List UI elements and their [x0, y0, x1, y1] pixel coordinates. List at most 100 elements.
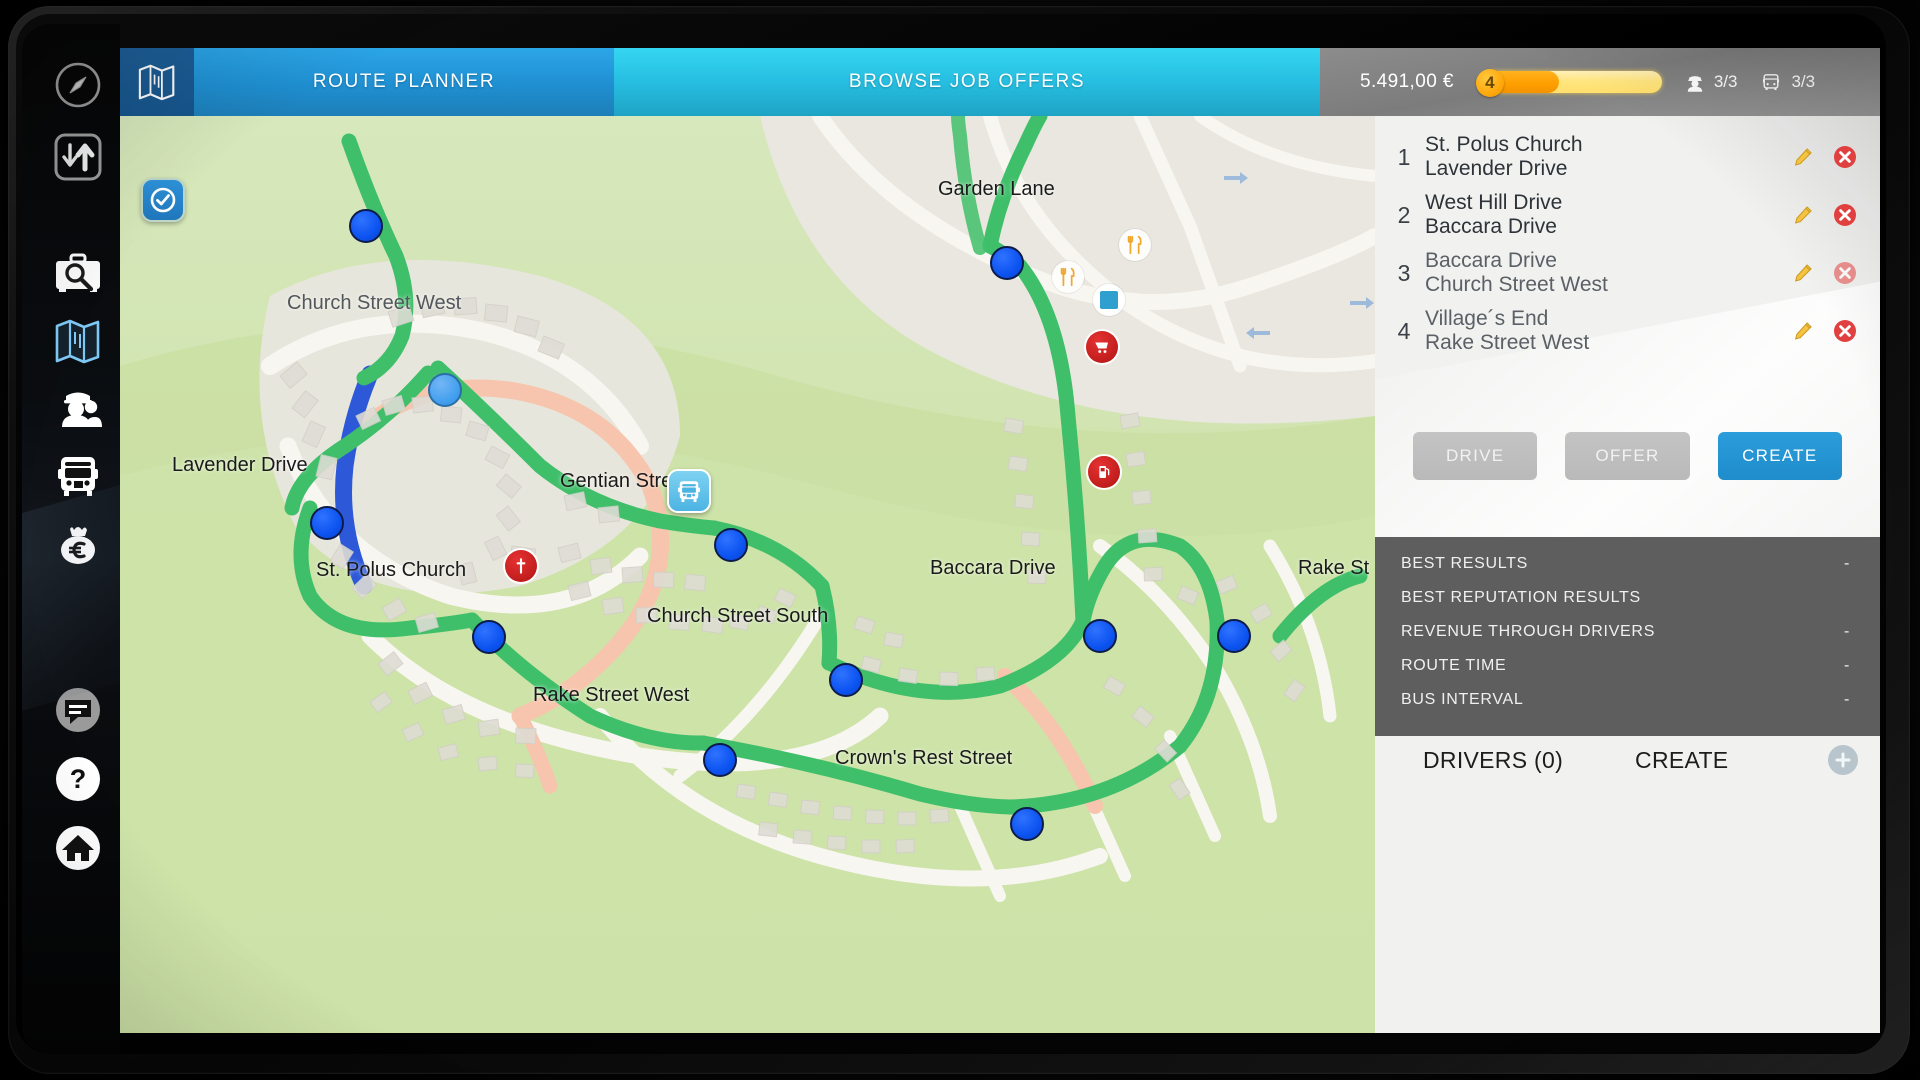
- result-value: -: [1843, 691, 1850, 708]
- bus-icon[interactable]: [49, 446, 107, 504]
- stop-crowns-rest[interactable]: [1010, 807, 1044, 841]
- bus-icon: [1763, 74, 1780, 91]
- confirm-badge[interactable]: [141, 178, 185, 222]
- chat-icon[interactable]: [49, 681, 107, 739]
- stop-gentian-street[interactable]: [714, 528, 748, 562]
- bus-map-badge[interactable]: [667, 469, 711, 513]
- pencil-icon[interactable]: [1792, 262, 1814, 284]
- bus-stop-poi-icon[interactable]: [1093, 284, 1125, 316]
- drivers-create-label[interactable]: CREATE: [1635, 747, 1728, 774]
- stop-baccara-drive[interactable]: [1083, 619, 1117, 653]
- result-best-results: BEST RESULTS -: [1401, 547, 1850, 581]
- level-badge: 4: [1475, 69, 1504, 97]
- route-from: West Hill Drive: [1425, 190, 1563, 214]
- stop-st-polus-church[interactable]: [472, 620, 506, 654]
- finance-icon[interactable]: [49, 514, 107, 572]
- result-bus-interval: BUS INTERVAL -: [1401, 683, 1850, 717]
- result-revenue-through-drivers: REVENUE THROUGH DRIVERS -: [1401, 615, 1850, 649]
- map-viewport[interactable]: Garden Lane Church Street West Lavender …: [120, 116, 1375, 1033]
- route-panel: 1 St. Polus Church Lavender Drive 2 West…: [1375, 116, 1880, 1033]
- compass-icon[interactable]: [49, 56, 107, 114]
- bus-icon: [678, 481, 700, 502]
- tab-route-planner[interactable]: ROUTE PLANNER: [194, 48, 614, 116]
- result-label: REVENUE THROUGH DRIVERS: [1401, 623, 1656, 640]
- buses-count: 3/3: [1791, 72, 1816, 91]
- drive-button[interactable]: DRIVE: [1413, 432, 1538, 480]
- result-route-time: ROUTE TIME -: [1401, 649, 1850, 683]
- left-sidebar: ?: [22, 24, 120, 1054]
- stop-garden-lane[interactable]: [990, 246, 1024, 280]
- status-bar: 5.491,00 € 4 3/3 3/3: [1320, 48, 1880, 116]
- restaurant-icon[interactable]: [1052, 261, 1084, 293]
- plus-icon[interactable]: [1828, 745, 1858, 775]
- drivers-section-header: DRIVERS (0) CREATE: [1375, 736, 1880, 784]
- drivers-stat: 3/3: [1684, 71, 1738, 93]
- tab-browse-job-offers[interactable]: BROWSE JOB OFFERS: [614, 48, 1320, 116]
- route-to: Lavender Drive: [1425, 157, 1568, 180]
- stop-lavender-drive[interactable]: [310, 506, 344, 540]
- home-icon[interactable]: [49, 819, 107, 877]
- job-search-icon[interactable]: [49, 242, 107, 300]
- result-label: BUS INTERVAL: [1401, 691, 1524, 708]
- stop-rake-street[interactable]: [1217, 619, 1251, 653]
- table-row[interactable]: 1 St. Polus Church Lavender Drive: [1375, 128, 1880, 186]
- result-value: -: [1843, 555, 1850, 572]
- table-row[interactable]: 3 Baccara Drive Church Street West: [1375, 244, 1880, 302]
- stop-garden-lane-north[interactable]: [349, 209, 383, 243]
- table-row[interactable]: 2 West Hill Drive Baccara Drive: [1375, 186, 1880, 244]
- drivers-empty-area: [1375, 784, 1880, 1033]
- result-label: ROUTE TIME: [1401, 657, 1507, 674]
- buses-stat: 3/3: [1759, 71, 1815, 93]
- result-label: BEST RESULTS: [1401, 555, 1528, 572]
- level-progress: 4: [1475, 69, 1662, 97]
- row-actions: [1792, 144, 1858, 170]
- route-index: 2: [1397, 201, 1411, 228]
- svg-text:?: ?: [70, 764, 87, 794]
- route-stop-list: 1 St. Polus Church Lavender Drive 2 West…: [1375, 116, 1880, 360]
- route-to: Rake Street West: [1425, 331, 1590, 354]
- driver-icon: [1687, 76, 1703, 92]
- route-from: Village´s End: [1425, 306, 1549, 330]
- route-endpoints: West Hill Drive Baccara Drive: [1419, 191, 1792, 240]
- map-logo-icon[interactable]: [120, 48, 194, 116]
- result-best-reputation-results: BEST REPUTATION RESULTS: [1401, 581, 1850, 615]
- help-icon[interactable]: ?: [49, 750, 107, 808]
- delete-icon[interactable]: [1832, 202, 1858, 228]
- row-actions: [1792, 260, 1858, 286]
- drivers-count: 3/3: [1713, 72, 1738, 91]
- route-from: St. Polus Church: [1425, 132, 1583, 156]
- map-icon[interactable]: [49, 312, 107, 370]
- stop-church-street-west[interactable]: [428, 373, 462, 407]
- action-buttons: DRIVE OFFER CREATE: [1375, 432, 1880, 480]
- table-row[interactable]: 4 Village´s End Rake Street West: [1375, 302, 1880, 360]
- pencil-icon[interactable]: [1792, 146, 1814, 168]
- game-screen: ROUTE PLANNER BROWSE JOB OFFERS 5.491,00…: [120, 48, 1880, 1033]
- route-endpoints: St. Polus Church Lavender Drive: [1419, 133, 1792, 182]
- drivers-title: DRIVERS (0): [1423, 746, 1564, 773]
- row-actions: [1792, 318, 1858, 344]
- results-summary: BEST RESULTS - BEST REPUTATION RESULTS R…: [1375, 537, 1880, 736]
- church-icon[interactable]: [505, 550, 537, 582]
- transfer-icon[interactable]: [49, 128, 107, 186]
- device-frame: ? ROUTE PLANNER BROWSE JOB OFFERS 5.491,…: [0, 0, 1920, 1080]
- route-endpoints: Village´s End Rake Street West: [1419, 307, 1792, 356]
- offer-button[interactable]: OFFER: [1565, 432, 1690, 480]
- row-actions: [1792, 202, 1858, 228]
- stop-rake-street-west[interactable]: [703, 743, 737, 777]
- result-value: -: [1843, 657, 1850, 674]
- delete-icon[interactable]: [1832, 260, 1858, 286]
- top-navigation: ROUTE PLANNER BROWSE JOB OFFERS 5.491,00…: [120, 48, 1880, 116]
- fuel-icon[interactable]: [1088, 456, 1120, 488]
- create-button[interactable]: CREATE: [1717, 432, 1842, 480]
- restaurant-icon-2[interactable]: [1119, 229, 1151, 261]
- route-index: 1: [1397, 143, 1411, 170]
- map-canvas: [120, 116, 1375, 1033]
- stop-church-street-south[interactable]: [829, 663, 863, 697]
- delete-icon[interactable]: [1832, 318, 1858, 344]
- result-value: -: [1843, 623, 1850, 640]
- pencil-icon[interactable]: [1792, 204, 1814, 226]
- shop-icon[interactable]: [1086, 331, 1118, 363]
- pencil-icon[interactable]: [1792, 320, 1814, 342]
- drivers-icon[interactable]: [49, 376, 107, 434]
- delete-icon[interactable]: [1832, 144, 1858, 170]
